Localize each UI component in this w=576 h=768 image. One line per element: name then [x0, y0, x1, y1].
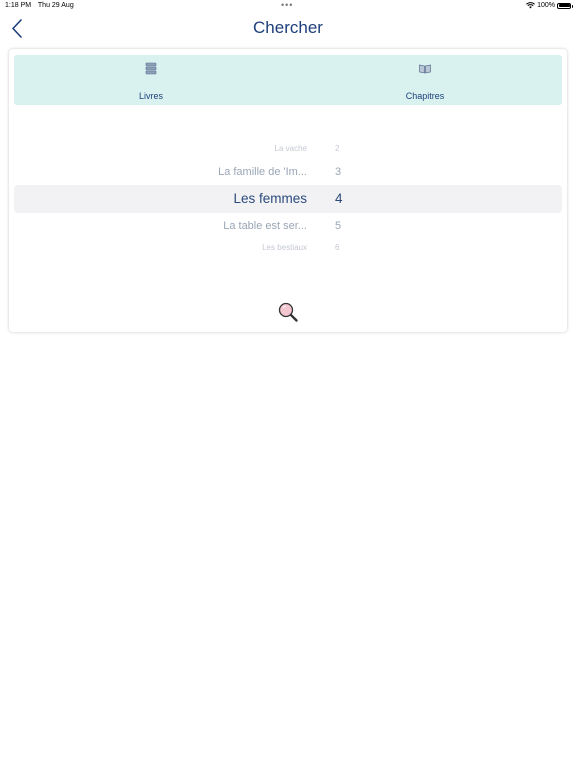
books-icon [145, 62, 157, 75]
wifi-icon [526, 2, 536, 9]
status-left: 1:18 PM Thu 29 Aug [5, 2, 79, 9]
tab-books-label: Livres [138, 91, 163, 101]
picker-row-name: La table est ser... [223, 220, 307, 232]
status-date: Thu 29 Aug [37, 2, 74, 9]
magnifier-icon [278, 302, 298, 322]
battery-percent: 100% [537, 2, 555, 9]
picker-row[interactable]: La famille de 'Im... 3 [9, 166, 567, 186]
search-button[interactable] [277, 301, 299, 323]
picker-row-number: 2 [335, 144, 340, 153]
tab-chapters-label: Chapitres [405, 91, 445, 101]
picker-row-number: 4 [335, 191, 343, 206]
tab-books[interactable]: Livres [14, 55, 288, 105]
segment-tabs: Livres Chapitres [14, 55, 562, 105]
page-title: Chercher [253, 18, 323, 37]
chapter-picker[interactable]: La vache 2 La famille de 'Im... 3 Les fe… [9, 129, 567, 269]
status-bar: 1:18 PM Thu 29 Aug ••• 100% [0, 0, 576, 12]
picker-row-name: La famille de 'Im... [218, 166, 307, 178]
picker-row-name: La vache [274, 144, 307, 153]
battery-icon [557, 2, 573, 9]
picker-row[interactable]: La vache 2 [9, 144, 567, 164]
picker-row-name: Les bestiaux [262, 243, 307, 252]
status-time: 1:18 PM [5, 2, 32, 9]
picker-row-number: 6 [335, 243, 340, 252]
picker-row-number: 3 [335, 166, 342, 178]
open-book-icon [419, 64, 431, 74]
picker-row[interactable]: La table est ser... 5 [9, 220, 567, 240]
status-right: 100% [526, 2, 573, 9]
picker-row-selected[interactable]: Les femmes 4 [9, 191, 567, 211]
multitasking-dots-icon[interactable]: ••• [281, 0, 293, 10]
picker-row[interactable]: Les bestiaux 6 [9, 243, 567, 263]
search-card: Livres Chapitres La vache 2 La famille d… [9, 49, 567, 332]
picker-row-number: 5 [335, 220, 342, 232]
tab-chapters[interactable]: Chapitres [288, 55, 562, 105]
picker-row-name: Les femmes [233, 191, 307, 206]
